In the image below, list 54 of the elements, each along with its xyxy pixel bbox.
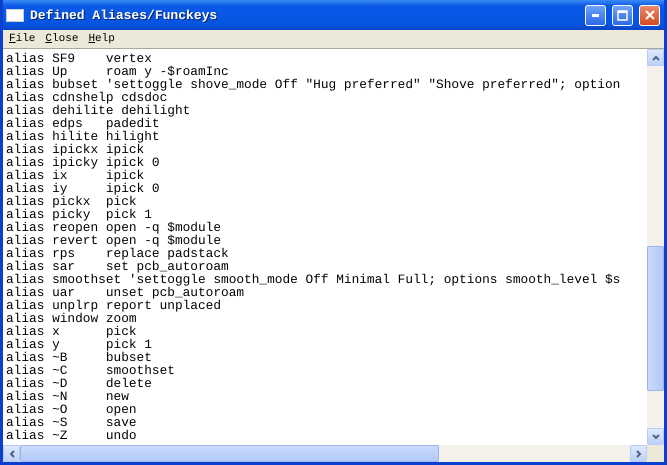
alias-line: alias ~Z undo	[6, 429, 137, 442]
horizontal-scrollbar[interactable]	[3, 445, 647, 462]
alias-line: alias window zoom	[6, 312, 137, 325]
alias-line: alias ~B bubset	[6, 351, 152, 364]
alias-line: alias dehilite dehilight	[6, 104, 190, 117]
alias-line: alias edps padedit	[6, 117, 160, 130]
scroll-up-button[interactable]	[647, 49, 664, 66]
alias-line: alias hilite hilight	[6, 130, 160, 143]
scroll-down-button[interactable]	[647, 428, 664, 445]
menu-item[interactable]: Help	[84, 33, 119, 45]
chevron-down-icon	[652, 434, 660, 440]
alias-line: alias revert open -q $module	[6, 234, 222, 247]
alias-line: alias picky pick 1	[6, 208, 152, 221]
close-button[interactable]	[639, 4, 660, 26]
maximize-button[interactable]	[612, 4, 633, 26]
alias-line: alias ~D delete	[6, 377, 152, 390]
menu-item[interactable]: Close	[41, 33, 82, 45]
alias-line: alias bubset 'settoggle shove_mode Off "Hug preferred" "Shove preferred"; option	[6, 78, 620, 91]
alias-line: alias iy ipick 0	[6, 182, 160, 195]
alias-line: alias rps replace padstack	[6, 247, 229, 260]
chevron-right-icon	[636, 450, 642, 458]
alias-line: alias cdnshelp cdsdoc	[6, 91, 168, 104]
alias-line: alias x pick	[6, 325, 137, 338]
window-title: Defined Aliases/Funckeys	[30, 8, 218, 22]
alias-line: alias smoothset 'settoggle smooth_mode Off Minimal Full; options smooth_level $s	[6, 273, 620, 286]
window-icon	[6, 8, 24, 22]
scroll-right-button[interactable]	[630, 445, 647, 462]
chevron-up-icon	[652, 54, 660, 60]
alias-line: alias Up roam y -$roamInc	[6, 65, 229, 78]
alias-line: alias ix ipick	[6, 169, 144, 182]
minimize-button[interactable]	[585, 4, 606, 26]
close-icon	[644, 10, 654, 20]
alias-line: alias ipickx ipick	[6, 143, 144, 156]
alias-line: alias ~C smoothset	[6, 364, 175, 377]
alias-line: alias reopen open -q $module	[6, 221, 222, 234]
maximize-icon	[617, 10, 628, 20]
minimize-icon	[592, 14, 600, 16]
alias-line: alias ~S save	[6, 416, 137, 429]
alias-line: alias unplrp report unplaced	[6, 299, 222, 312]
alias-line: alias ipicky ipick 0	[6, 156, 160, 169]
vertical-scrollbar[interactable]	[647, 49, 664, 445]
alias-line: alias uar unset pcb_autoroam	[6, 286, 244, 299]
alias-line: alias SF9 vertex	[6, 52, 152, 65]
scroll-left-button[interactable]	[3, 445, 20, 462]
resize-grip[interactable]	[647, 445, 664, 462]
alias-line: alias y pick 1	[6, 338, 152, 351]
chevron-left-icon	[8, 450, 14, 458]
alias-line: alias ~N new	[6, 390, 129, 403]
scroll-thumb[interactable]	[20, 445, 439, 462]
menu-item[interactable]: File	[5, 33, 40, 45]
alias-line: alias pickx pick	[6, 195, 137, 208]
alias-line: alias sar set pcb_autoroam	[6, 260, 229, 273]
scroll-thumb[interactable]	[647, 246, 664, 391]
alias-line: alias ~O open	[6, 403, 137, 416]
